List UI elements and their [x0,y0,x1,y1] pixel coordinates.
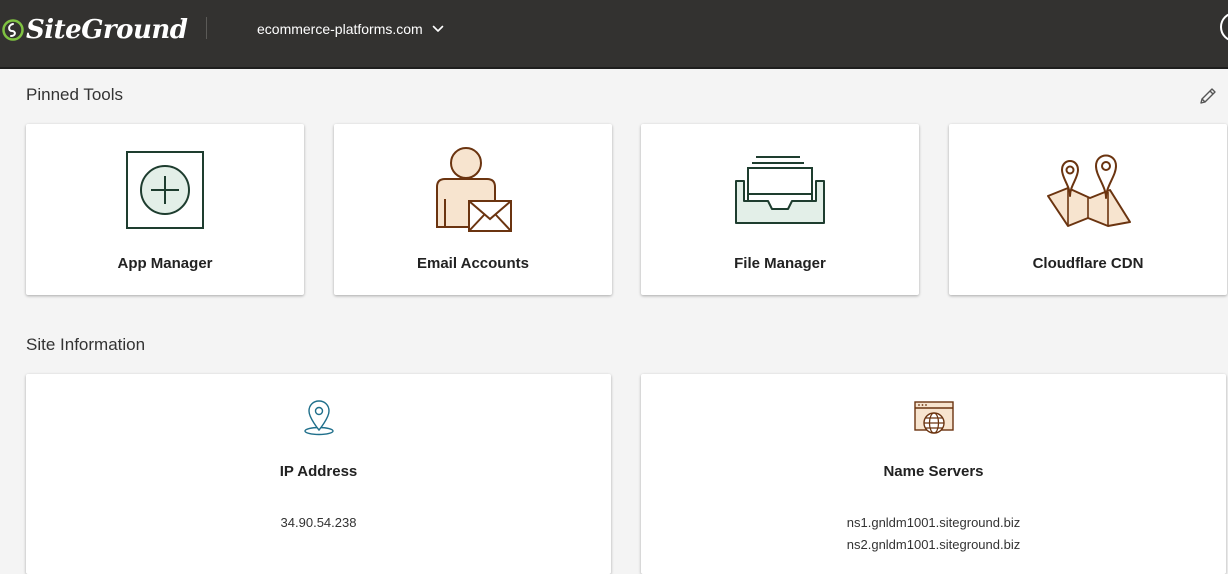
browser-globe-icon [913,401,954,434]
file-manager-icon [735,156,825,224]
user-avatar-icon[interactable] [1220,12,1228,42]
name-server-1: ns1.gnldm1001.siteground.biz [846,515,1021,530]
top-bar: SiteGround ecommerce-platforms.com [0,0,1228,69]
app-manager-label: App Manager [117,255,213,272]
site-name: ecommerce-platforms.com [257,21,423,37]
pencil-icon[interactable] [1198,86,1218,106]
site-selector[interactable]: ecommerce-platforms.com [257,18,444,40]
file-manager-label: File Manager [734,255,826,272]
name-servers-card: Name Servers ns1.gnldm1001.siteground.bi… [641,374,1226,574]
ip-address-value: 34.90.54.238 [280,515,357,530]
file-manager-card[interactable]: File Manager [641,124,919,295]
ip-address-card: IP Address 34.90.54.238 [26,374,611,574]
siteground-logo-icon [2,19,24,41]
app-manager-icon [126,151,204,229]
name-servers-label: Name Servers [883,463,984,480]
cloudflare-cdn-card[interactable]: Cloudflare CDN [949,124,1227,295]
email-accounts-label: Email Accounts [417,255,529,272]
email-accounts-card[interactable]: Email Accounts [334,124,612,295]
email-accounts-icon [436,147,512,232]
logo-text: SiteGround [26,15,188,45]
name-server-2: ns2.gnldm1001.siteground.biz [846,537,1021,552]
cloudflare-cdn-label: Cloudflare CDN [1032,255,1144,272]
header-divider [206,17,207,39]
site-information-title: Site Information [26,335,146,354]
app-manager-card[interactable]: App Manager [26,124,304,295]
cloudflare-cdn-icon [1047,154,1131,227]
siteground-logo[interactable]: SiteGround [2,12,188,48]
chevron-down-icon [432,25,444,32]
pinned-tools-title: Pinned Tools [26,85,124,104]
location-pin-icon [303,400,334,436]
ip-address-label: IP Address [279,463,358,480]
